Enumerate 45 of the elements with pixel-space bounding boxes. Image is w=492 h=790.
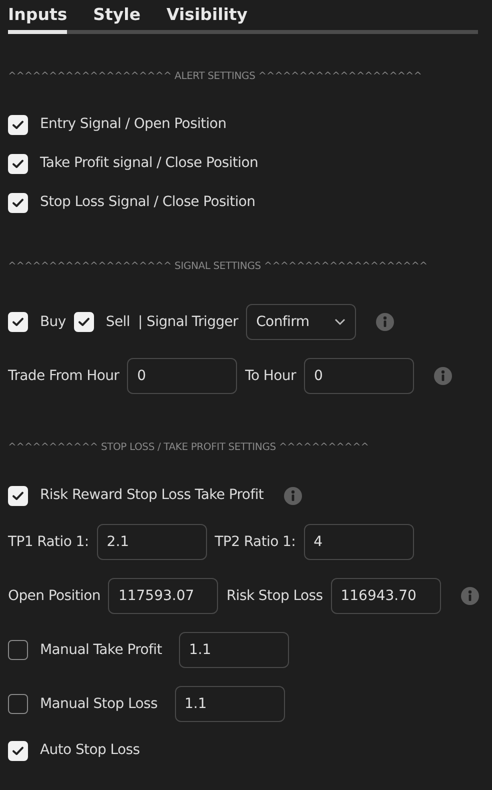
check-icon — [12, 158, 24, 168]
checkbox[interactable] — [8, 640, 28, 660]
tab[interactable]: Inputs — [8, 0, 68, 34]
info-icon[interactable] — [284, 486, 302, 504]
checkbox[interactable] — [8, 694, 28, 714]
dropdown[interactable]: Confirm — [246, 304, 356, 340]
info-icon[interactable] — [434, 367, 452, 385]
chevron-icon — [334, 318, 346, 326]
field-label: TP1 Ratio 1: — [8, 532, 89, 552]
input-field[interactable]: 1.1 — [174, 686, 285, 722]
tab[interactable]: Style — [93, 0, 141, 34]
checkbox-label: Manual Take Profit — [40, 640, 162, 660]
checkbox-label: Sell — [106, 312, 130, 332]
field-label: To Hour — [245, 366, 296, 386]
info-icon[interactable] — [460, 587, 479, 605]
field-label: Risk Stop Loss — [226, 586, 323, 606]
checkbox-label: Entry Signal / Open Position — [40, 115, 226, 134]
input-field[interactable]: 0 — [304, 358, 414, 394]
checkbox-label: Stop Loss Signal / Close Position — [40, 193, 256, 212]
checkbox-label: Risk Reward Stop Loss Take Profit — [40, 486, 264, 505]
info-icon[interactable] — [376, 313, 394, 331]
checkbox-label: Auto Stop Loss — [40, 741, 140, 760]
field-label: TP2 Ratio 1: — [214, 532, 296, 552]
field-label: | Signal Trigger — [138, 312, 238, 332]
input-field[interactable]: 2.1 — [96, 524, 207, 560]
field-label: Open Position — [8, 586, 100, 606]
checkbox-label: Take Profit signal / Close Position — [40, 154, 258, 173]
check-icon — [78, 317, 90, 327]
checkbox-label: Buy — [40, 312, 66, 332]
section-header: ^^^^^^^^^^^^^^^^^^^^ SIGNAL SETTINGS ^^^^^^^^^^^^^^^^^^^^ — [7, 261, 428, 273]
input-field[interactable]: 117593.07 — [108, 578, 218, 614]
check-icon — [12, 490, 24, 500]
input-field[interactable]: 4 — [304, 524, 414, 560]
field-label: Trade From Hour — [8, 366, 120, 386]
input-field[interactable]: 0 — [127, 358, 238, 394]
input-field[interactable]: 1.1 — [178, 632, 289, 668]
check-icon — [12, 198, 24, 208]
input-field[interactable]: 116943.70 — [330, 578, 441, 614]
section-header: ^^^^^^^^^^^ STOP LOSS / TAKE PROFIT SETTINGS ^^^^^^^^^^^ — [7, 442, 370, 454]
check-icon — [12, 120, 24, 130]
check-icon — [12, 317, 24, 327]
tab[interactable]: Visibility — [166, 0, 248, 34]
checkbox-label: Manual Stop Loss — [40, 694, 158, 714]
check-icon — [12, 746, 24, 756]
section-header: ^^^^^^^^^^^^^^^^^^^^ ALERT SETTINGS ^^^^^^^^^^^^^^^^^^^^ — [7, 71, 423, 83]
